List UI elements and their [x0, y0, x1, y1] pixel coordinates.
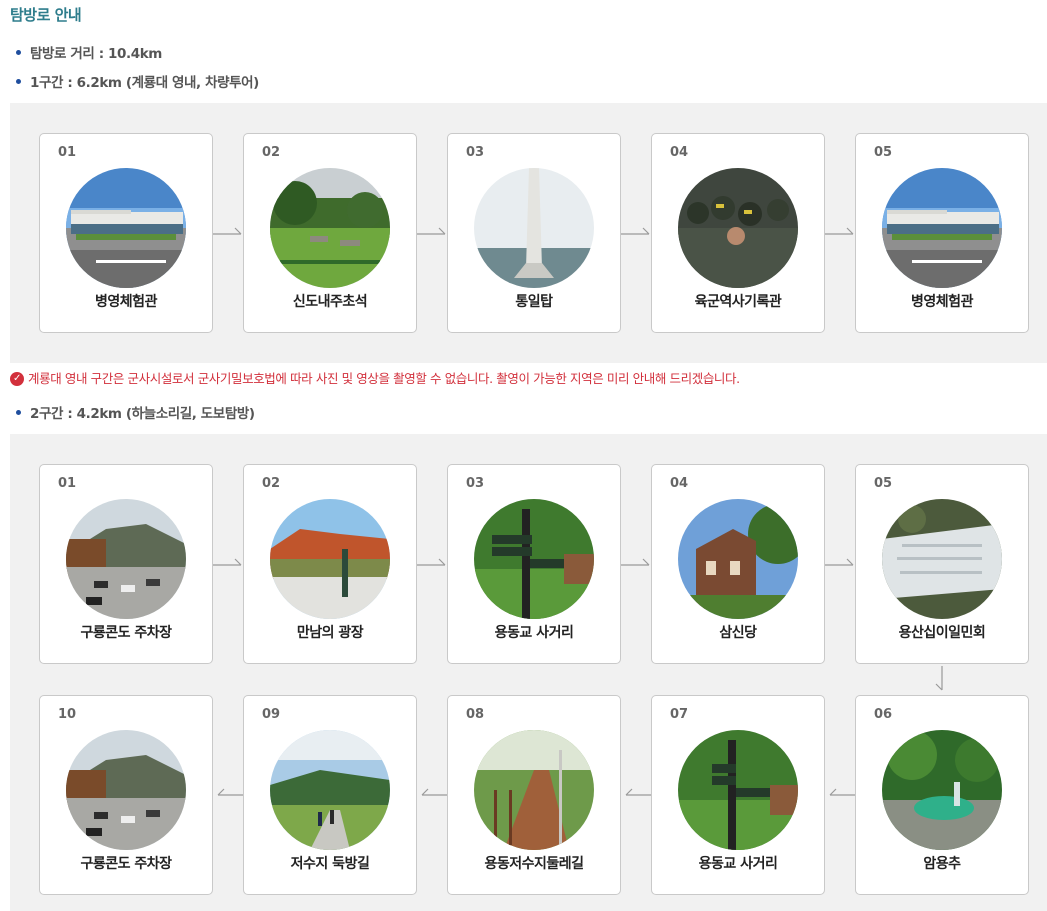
embankment-photo	[270, 730, 390, 850]
stop-card[interactable]: 07 용동교 사거리	[651, 695, 825, 895]
stop-number: 01	[58, 476, 77, 491]
arrow-right-icon	[621, 558, 651, 572]
stop-number: 04	[670, 476, 689, 491]
stop-card[interactable]: 02 신도내주초석	[243, 133, 417, 333]
stop-number: 09	[262, 707, 281, 722]
stop-card[interactable]: 03 통일탑	[447, 133, 621, 333]
plaza-photo	[270, 499, 390, 619]
check-circle-icon: ✓	[10, 371, 24, 386]
stop-number: 05	[874, 145, 893, 160]
stop-name: 육군역사기록관	[694, 294, 782, 310]
arrow-left-icon	[216, 788, 246, 802]
stop-name: 삼신당	[719, 625, 757, 641]
stop-name: 만남의 광장	[296, 625, 364, 641]
stop-name: 용산십이일민회	[898, 625, 986, 641]
stop-number: 01	[58, 145, 77, 160]
stop-card[interactable]: 05 병영체험관	[855, 133, 1029, 333]
stop-name: 저수지 둑방길	[290, 856, 370, 872]
parking-lot-photo	[66, 730, 186, 850]
arrow-right-icon	[417, 227, 447, 241]
stop-card[interactable]: 03 용동교 사거리	[447, 464, 621, 664]
stop-name: 병영체험관	[95, 294, 157, 310]
stop-name: 암용추	[923, 856, 961, 872]
arrow-right-icon	[825, 227, 855, 241]
stop-card[interactable]: 02 만남의 광장	[243, 464, 417, 664]
section2-panel: 01 구룡콘도 주차장 02 만남의 광장 03 용동교 사거리 04 삼신당 …	[10, 434, 1047, 911]
stop-card[interactable]: 05 용산십이일민회	[855, 464, 1029, 664]
section1-info: 1구간 : 6.2km (계룡대 영내, 차량투어)	[16, 71, 259, 91]
arrow-down-icon	[935, 666, 949, 692]
arrow-right-icon	[417, 558, 447, 572]
arrow-left-icon	[828, 788, 858, 802]
stop-name: 통일탑	[515, 294, 553, 310]
stop-number: 02	[262, 145, 281, 160]
stop-card[interactable]: 09 저수지 둑방길	[243, 695, 417, 895]
soldiers-photo	[678, 168, 798, 288]
stop-name: 용동교 사거리	[698, 856, 778, 872]
notice-text: 계룡대 영내 구간은 군사시설로서 군사기밀보호법에 따라 사진 및 영상을 촬…	[28, 371, 740, 386]
stop-number: 05	[874, 476, 893, 491]
shrine-photo	[678, 499, 798, 619]
stop-card[interactable]: 04 삼신당	[651, 464, 825, 664]
unification-tower-photo	[474, 168, 594, 288]
section2-info: 2구간 : 4.2km (하늘소리길, 도보탐방)	[16, 402, 255, 422]
stop-card[interactable]: 01 구룡콘도 주차장	[39, 464, 213, 664]
stop-number: 03	[466, 476, 485, 491]
stop-number: 02	[262, 476, 281, 491]
stop-number: 04	[670, 145, 689, 160]
stop-name: 병영체험관	[911, 294, 973, 310]
stop-name: 신도내주초석	[292, 294, 368, 310]
stop-number: 07	[670, 707, 689, 722]
stop-number: 08	[466, 707, 485, 722]
bullet-dot-icon	[16, 49, 21, 55]
arrow-right-icon	[621, 227, 651, 241]
arrow-left-icon	[420, 788, 450, 802]
stop-number: 03	[466, 145, 485, 160]
pool-photo	[882, 730, 1002, 850]
stop-card[interactable]: 06 암용추	[855, 695, 1029, 895]
museum-building-photo	[882, 168, 1002, 288]
section1-text: 1구간 : 6.2km (계룡대 영내, 차량투어)	[30, 75, 259, 91]
stop-card[interactable]: 01 병영체험관	[39, 133, 213, 333]
arrow-right-icon	[825, 558, 855, 572]
parking-lot-photo	[66, 499, 186, 619]
foundation-stones-photo	[270, 168, 390, 288]
signpost-photo	[678, 730, 798, 850]
bullet-dot-icon	[16, 409, 21, 415]
stop-number: 10	[58, 707, 77, 722]
section1-panel: 01 병영체험관 02 신도내주초석 03 통일탑 04 육군역사기록관 05	[10, 103, 1047, 363]
museum-building-photo	[66, 168, 186, 288]
signpost-photo	[474, 499, 594, 619]
rock-carving-photo	[882, 499, 1002, 619]
distance-info: 탐방로 거리 : 10.4km	[16, 42, 162, 62]
trail-photo	[474, 730, 594, 850]
stop-card[interactable]: 10 구룡콘도 주차장	[39, 695, 213, 895]
page-title: 탐방로 안내	[10, 6, 82, 24]
stop-card[interactable]: 08 용동저수지둘레길	[447, 695, 621, 895]
photo-restriction-notice: ✓ 계룡대 영내 구간은 군사시설로서 군사기밀보호법에 따라 사진 및 영상을 …	[10, 368, 740, 387]
arrow-right-icon	[213, 558, 243, 572]
stop-name: 용동저수지둘레길	[484, 856, 584, 872]
stop-number: 06	[874, 707, 893, 722]
stop-name: 용동교 사거리	[494, 625, 574, 641]
section2-text: 2구간 : 4.2km (하늘소리길, 도보탐방)	[30, 406, 255, 422]
distance-text: 탐방로 거리 : 10.4km	[30, 46, 162, 62]
stop-card[interactable]: 04 육군역사기록관	[651, 133, 825, 333]
arrow-right-icon	[213, 227, 243, 241]
stop-name: 구룡콘도 주차장	[80, 856, 172, 872]
arrow-left-icon	[624, 788, 654, 802]
bullet-dot-icon	[16, 78, 21, 84]
stop-name: 구룡콘도 주차장	[80, 625, 172, 641]
